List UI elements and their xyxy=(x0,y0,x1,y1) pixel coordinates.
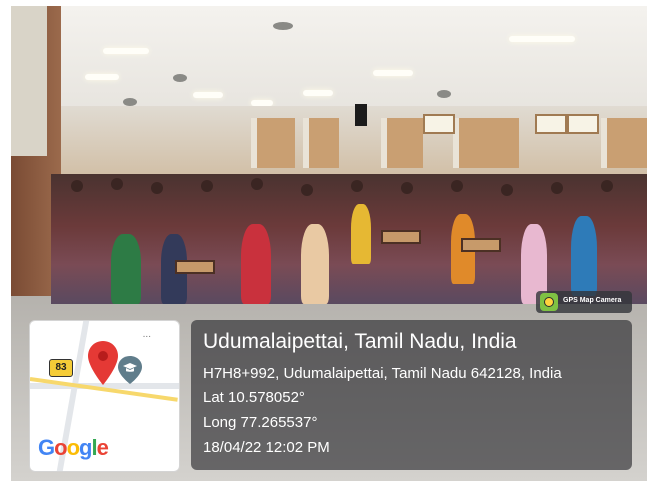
latitude-text: Lat 10.578052° xyxy=(203,389,305,406)
camera-app-label: GPS Map Camera xyxy=(563,297,622,304)
speaker xyxy=(355,104,367,126)
longitude-text: Long 77.265537° xyxy=(203,414,318,431)
location-info-panel: Udumalaipettai, Tamil Nadu, India H7H8+9… xyxy=(191,320,632,470)
google-logo: Google xyxy=(38,435,109,460)
map-thumbnail[interactable]: 83 ... Google xyxy=(29,320,180,472)
gps-map-camera-badge: GPS Map Camera xyxy=(536,291,632,313)
graduation-cap-icon xyxy=(118,356,142,384)
location-address: H7H8+992, Udumalaipettai, Tamil Nadu 642… xyxy=(203,365,562,382)
more-icon: ... xyxy=(142,329,151,340)
gps-map-camera-icon xyxy=(540,293,558,311)
timestamp-text: 18/04/22 12:02 PM xyxy=(203,439,330,456)
location-title: Udumalaipettai, Tamil Nadu, India xyxy=(203,330,517,353)
audience xyxy=(51,174,647,304)
road-number-badge: 83 xyxy=(49,359,73,377)
location-pin-icon xyxy=(88,341,118,385)
